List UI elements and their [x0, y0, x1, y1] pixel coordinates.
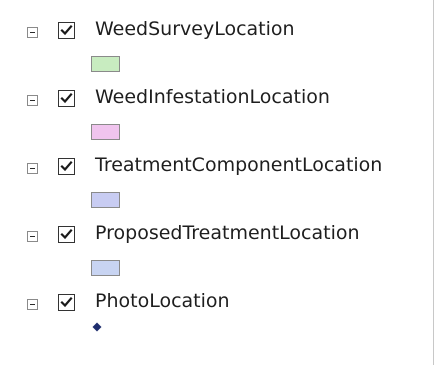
layer-visibility-checkbox[interactable]: [58, 22, 75, 39]
layer-name[interactable]: TreatmentComponentLocation: [95, 153, 382, 177]
checkmark-icon: [60, 228, 73, 240]
collapse-icon[interactable]: [27, 95, 38, 106]
layer-visibility-checkbox[interactable]: [58, 226, 75, 243]
collapse-icon[interactable]: [27, 299, 38, 310]
layer-visibility-checkbox[interactable]: [58, 90, 75, 107]
table-of-contents-panel: WeedSurveyLocation WeedInfestationLocati…: [0, 0, 434, 365]
layer-visibility-checkbox[interactable]: [58, 294, 75, 311]
checkmark-icon: [60, 296, 73, 308]
layer-name[interactable]: WeedSurveyLocation: [95, 17, 295, 41]
diamond-point-icon[interactable]: [92, 322, 102, 332]
layer-visibility-checkbox[interactable]: [58, 158, 75, 175]
checkmark-icon: [60, 92, 73, 104]
layer-item-weed-infestation-location: WeedInfestationLocation: [0, 68, 433, 136]
checkmark-icon: [60, 24, 73, 36]
collapse-icon[interactable]: [27, 163, 38, 174]
layer-item-photo-location: PhotoLocation: [0, 272, 433, 340]
collapse-icon[interactable]: [27, 27, 38, 38]
layer-item-treatment-component-location: TreatmentComponentLocation: [0, 136, 433, 204]
checkmark-icon: [60, 160, 73, 172]
layer-name[interactable]: PhotoLocation: [95, 289, 230, 313]
layer-name[interactable]: ProposedTreatmentLocation: [95, 221, 360, 245]
collapse-icon[interactable]: [27, 231, 38, 242]
layer-name[interactable]: WeedInfestationLocation: [95, 85, 330, 109]
layer-item-weed-survey-location: WeedSurveyLocation: [0, 0, 433, 68]
layer-item-proposed-treatment-location: ProposedTreatmentLocation: [0, 204, 433, 272]
